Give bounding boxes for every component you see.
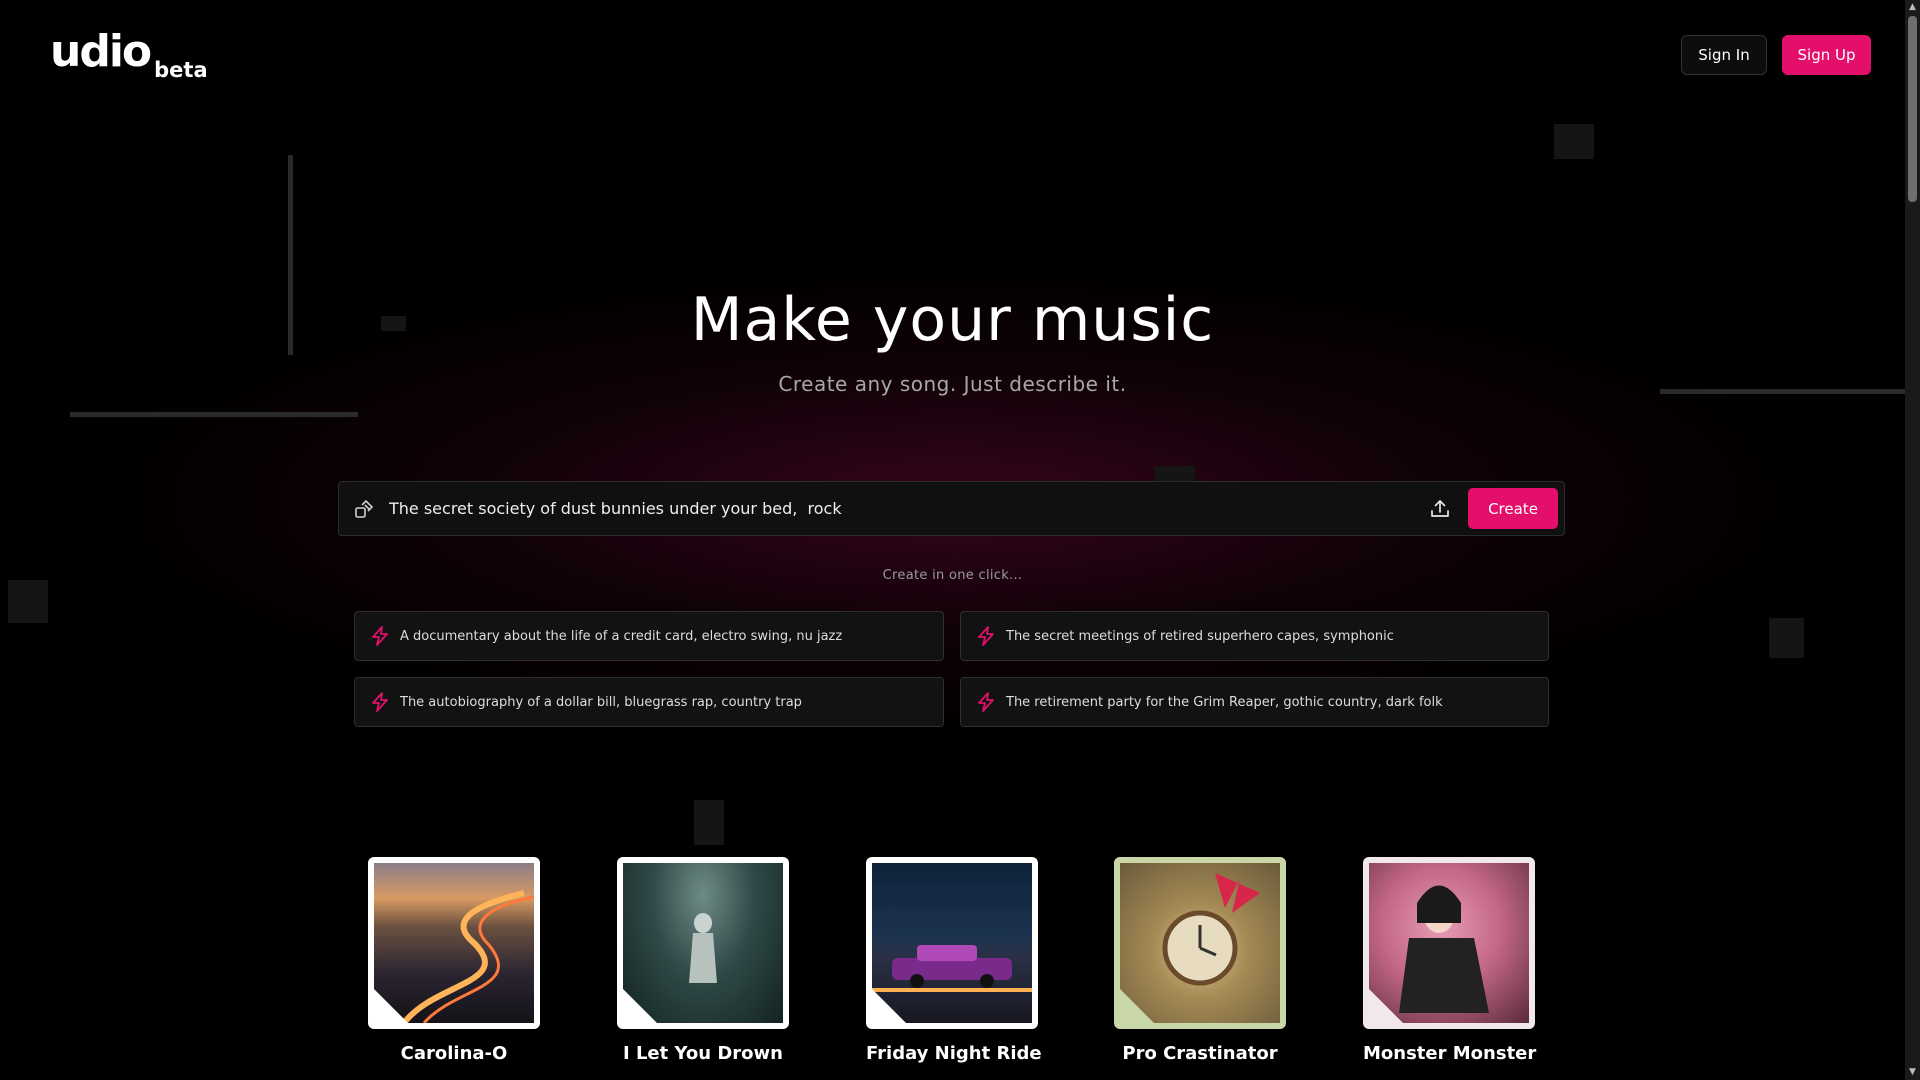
suggestion-item[interactable]: A documentary about the life of a credit… [354, 611, 944, 661]
track-cover[interactable] [1363, 857, 1535, 1029]
logo-wordmark: udio [50, 26, 152, 77]
scroll-thumb[interactable] [1908, 16, 1917, 202]
logo-beta-tag: beta [154, 58, 208, 82]
track-title[interactable]: Pro Crastinator [1114, 1043, 1286, 1064]
track-title[interactable]: Monster Monster [1363, 1043, 1536, 1064]
decorative-block [1769, 618, 1804, 658]
suggestion-item[interactable]: The secret meetings of retired superhero… [960, 611, 1549, 661]
one-click-label: Create in one click... [882, 568, 1023, 583]
sign-up-button[interactable]: Sign Up [1782, 35, 1871, 75]
cover-corner [1120, 989, 1154, 1023]
track-cover[interactable] [368, 857, 540, 1029]
track-cover[interactable] [866, 857, 1038, 1029]
cover-corner [374, 989, 408, 1023]
prompt-bar: Create [338, 481, 1565, 536]
suggestion-item[interactable]: The retirement party for the Grim Reaper… [960, 677, 1549, 727]
hero-subtitle: Create any song. Just describe it. [778, 372, 1127, 396]
decorative-block [8, 580, 48, 623]
scroll-down-icon[interactable]: ▼ [1905, 1065, 1920, 1080]
decorative-block [1155, 466, 1195, 481]
track-card[interactable]: Friday Night Ride [866, 857, 1042, 1064]
track-cover[interactable] [617, 857, 789, 1029]
bolt-icon [372, 692, 388, 712]
cover-corner [872, 989, 906, 1023]
track-card[interactable]: Monster Monster [1363, 857, 1536, 1064]
scroll-up-icon[interactable]: ▲ [1905, 0, 1920, 15]
bolt-icon [372, 626, 388, 646]
sign-in-button[interactable]: Sign In [1681, 35, 1767, 75]
decorative-line [70, 412, 358, 417]
cover-corner [623, 989, 657, 1023]
prompt-input[interactable] [389, 482, 1389, 535]
bolt-icon [978, 692, 994, 712]
shuffle-icon[interactable] [353, 499, 375, 521]
hero-title: Make your music [690, 285, 1215, 355]
track-title[interactable]: I Let You Drown [617, 1043, 789, 1064]
suggestion-text: A documentary about the life of a credit… [400, 628, 843, 644]
udio-logo[interactable]: udio beta [50, 26, 208, 83]
suggestion-text: The secret meetings of retired superhero… [1006, 628, 1394, 644]
bolt-icon [978, 626, 994, 646]
decorative-block [1554, 124, 1594, 159]
track-card[interactable]: Carolina-O [368, 857, 540, 1064]
track-cover[interactable] [1114, 857, 1286, 1029]
track-title[interactable]: Friday Night Ride [866, 1043, 1042, 1064]
suggestion-text: The autobiography of a dollar bill, blue… [400, 694, 802, 710]
track-card[interactable]: Pro Crastinator [1114, 857, 1286, 1064]
decorative-block [694, 800, 724, 845]
top-header: udio beta Sign In Sign Up [0, 0, 1905, 110]
cover-corner [1369, 989, 1403, 1023]
page-scrollbar[interactable]: ▲ ▼ [1905, 0, 1920, 1080]
suggestion-item[interactable]: The autobiography of a dollar bill, blue… [354, 677, 944, 727]
suggestion-text: The retirement party for the Grim Reaper… [1006, 694, 1443, 710]
track-card[interactable]: I Let You Drown [617, 857, 789, 1064]
upload-icon[interactable] [1429, 498, 1451, 520]
track-title[interactable]: Carolina-O [368, 1043, 540, 1064]
create-button[interactable]: Create [1468, 488, 1558, 529]
